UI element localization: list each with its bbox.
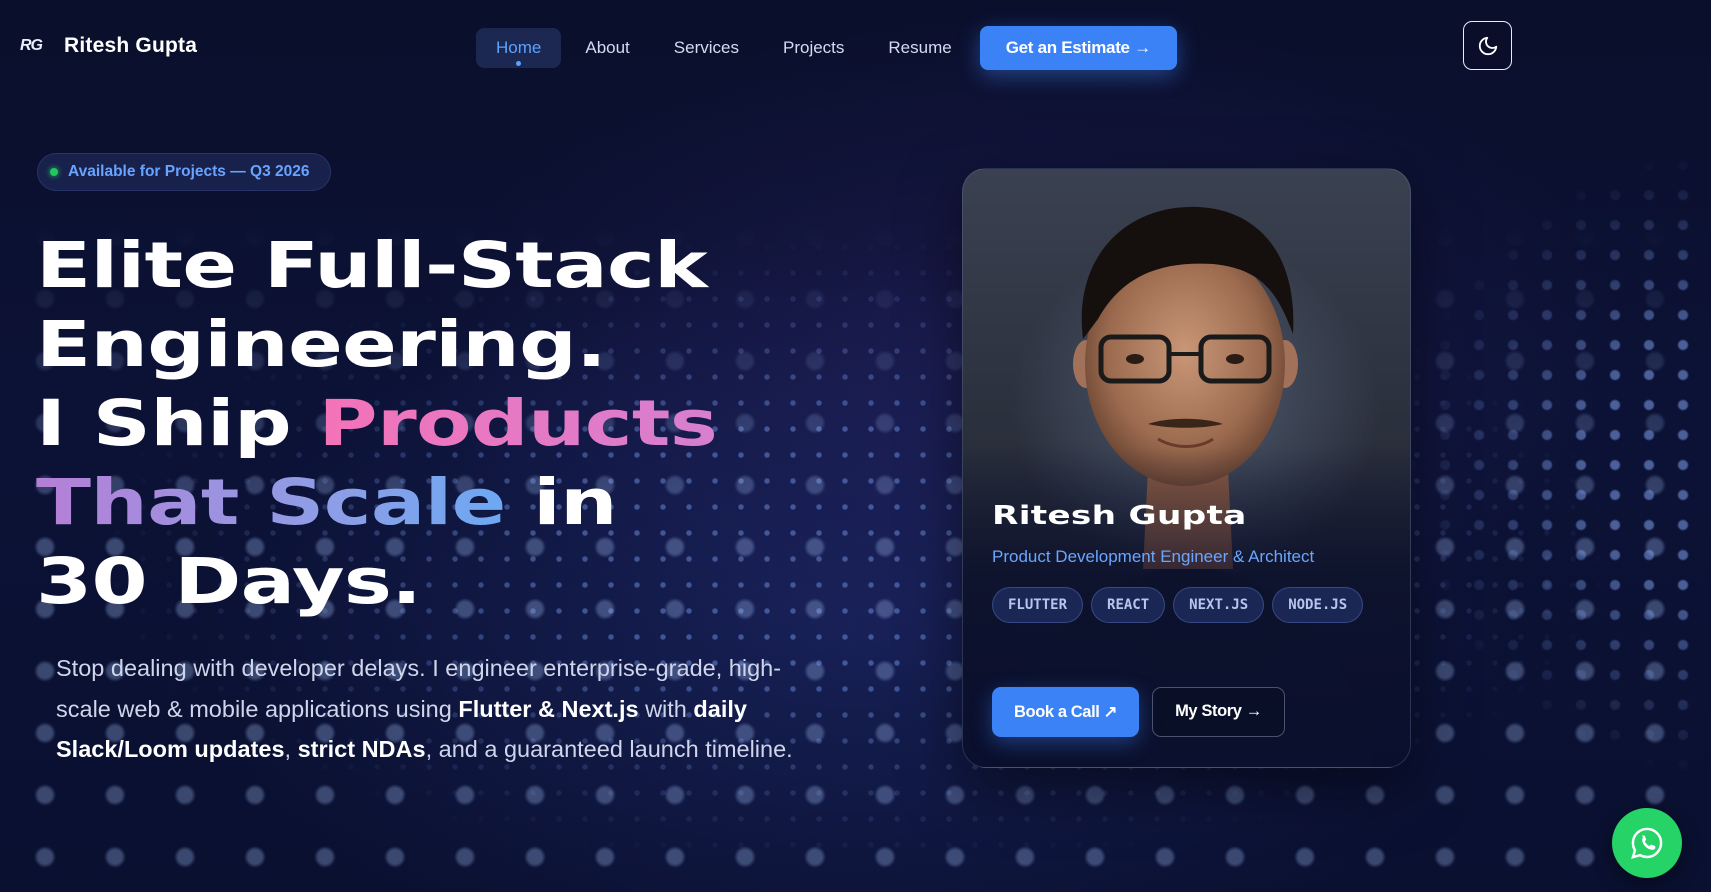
brand[interactable]: RG Ritesh Gupta: [20, 34, 197, 58]
whatsapp-icon: [1631, 827, 1663, 859]
status-dot: [50, 168, 58, 176]
subtext-part-4: , and a guaranteed launch timeline.: [425, 736, 793, 762]
availability-text: Available for Projects — Q3 2026: [68, 163, 310, 180]
card-actions: Book a Call ↗ My Story →: [992, 687, 1285, 737]
headline-suffix: in: [505, 466, 617, 539]
nav-links: Home About Services Projects Resume Get …: [476, 26, 1177, 70]
logo-name: Ritesh Gupta: [64, 34, 198, 57]
profile-card: Ritesh Gupta Product Development Enginee…: [962, 168, 1411, 768]
tag-react: REACT: [1091, 587, 1166, 623]
nav-link-resume[interactable]: Resume: [868, 28, 971, 68]
tag-nodejs: NODE.JS: [1272, 587, 1364, 623]
tag-nextjs: NEXT.JS: [1173, 587, 1265, 623]
subtext-bold-nda: strict NDAs: [297, 736, 426, 762]
headline-line-3: I Ship Products: [36, 384, 1111, 463]
book-call-button[interactable]: Book a Call ↗: [992, 687, 1140, 737]
subtext-part-2: with: [638, 695, 694, 722]
moon-icon: [1478, 36, 1497, 55]
headline-highlight-products: Products: [318, 387, 718, 460]
nav-link-about[interactable]: About: [565, 28, 649, 68]
nav-link-home[interactable]: Home: [476, 28, 562, 68]
headline-prefix: I Ship: [36, 387, 319, 460]
subtext-bold-tech: Flutter & Next.js: [458, 695, 639, 722]
whatsapp-button[interactable]: [1612, 808, 1682, 878]
profile-name: Ritesh Gupta: [992, 501, 1247, 531]
hero-subtext: Stop dealing with developer delays. I en…: [56, 648, 796, 770]
nav-link-projects[interactable]: Projects: [763, 28, 864, 68]
my-story-button[interactable]: My Story →: [1152, 687, 1285, 737]
hero-headline: Elite Full-Stack Engineering. I Ship Pro…: [36, 226, 1111, 621]
tag-flutter: FLUTTER: [992, 587, 1084, 623]
get-estimate-button[interactable]: Get an Estimate →: [979, 26, 1177, 70]
subtext-part-3: ,: [284, 736, 298, 762]
top-navigation: RG Ritesh Gupta Home About Services Proj…: [0, 0, 1711, 92]
theme-toggle-button[interactable]: [1463, 21, 1512, 70]
headline-line-5: 30 Days.: [36, 545, 422, 618]
availability-badge: Available for Projects — Q3 2026: [37, 153, 331, 191]
headline-line-2: Engineering.: [36, 308, 607, 381]
headline-line-4: That Scale in: [36, 463, 1111, 542]
headline-line-1: Elite Full-Stack: [36, 229, 708, 302]
headline-highlight-scale: That Scale: [36, 466, 506, 539]
profile-role: Product Development Engineer & Architect: [992, 547, 1315, 566]
nav-link-services[interactable]: Services: [654, 28, 759, 68]
tech-tags: FLUTTER REACT NEXT.JS NODE.JS: [992, 587, 1372, 623]
logo-mark: RG: [20, 37, 43, 54]
